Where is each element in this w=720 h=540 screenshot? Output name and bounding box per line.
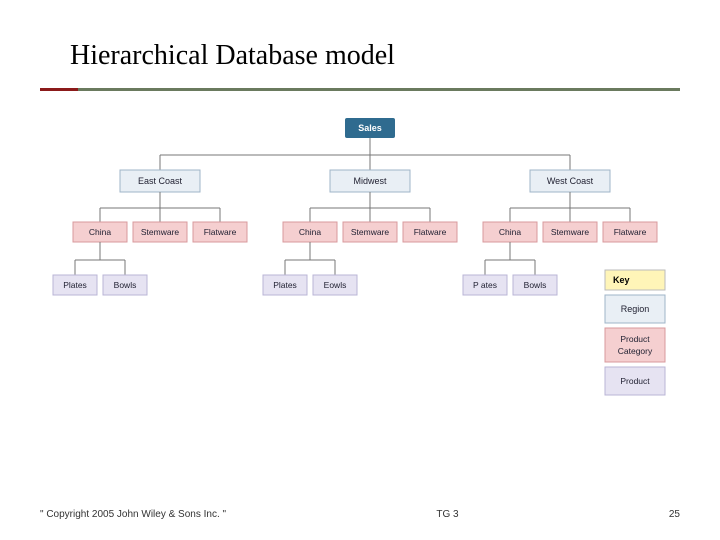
footer: " Copyright 2005 John Wiley & Sons Inc. …	[40, 509, 680, 520]
hierarchy-diagram: Sales East Coast Midwest West Coast	[45, 110, 675, 430]
svg-text:China: China	[89, 227, 111, 237]
page-number: 25	[669, 509, 680, 520]
svg-text:Plates: Plates	[63, 280, 87, 290]
page-title: Hierarchical Database model	[70, 40, 395, 72]
slide: Hierarchical Database model Sales East C…	[0, 0, 720, 540]
divider-accent	[40, 88, 78, 91]
svg-text:West Coast: West Coast	[547, 176, 594, 186]
region-east-coast: East Coast	[120, 170, 200, 192]
divider	[40, 88, 680, 91]
svg-text:Eowls: Eowls	[324, 280, 347, 290]
svg-text:East Coast: East Coast	[138, 176, 183, 186]
svg-text:Category: Category	[618, 346, 653, 356]
svg-text:Plates: Plates	[273, 280, 297, 290]
copyright-text: " Copyright 2005 John Wiley & Sons Inc. …	[40, 509, 226, 520]
svg-text:Flatware: Flatware	[414, 227, 447, 237]
svg-text:P ates: P ates	[473, 280, 497, 290]
svg-text:Product: Product	[620, 334, 650, 344]
svg-text:Bowls: Bowls	[114, 280, 137, 290]
region-west-coast: West Coast	[530, 170, 610, 192]
svg-text:Key: Key	[613, 275, 630, 285]
svg-text:China: China	[299, 227, 321, 237]
svg-text:Midwest: Midwest	[353, 176, 387, 186]
region-midwest: Midwest	[330, 170, 410, 192]
footer-center: TG 3	[436, 509, 458, 520]
svg-text:Region: Region	[621, 304, 650, 314]
svg-text:Stemware: Stemware	[351, 227, 390, 237]
svg-text:Flatware: Flatware	[204, 227, 237, 237]
svg-text:Bowls: Bowls	[524, 280, 547, 290]
svg-text:Flatware: Flatware	[614, 227, 647, 237]
svg-text:China: China	[499, 227, 521, 237]
legend: Key Region Product Category Product	[605, 270, 665, 395]
svg-text:Stemware: Stemware	[141, 227, 180, 237]
svg-text:Stemware: Stemware	[551, 227, 590, 237]
node-sales-label: Sales	[358, 123, 382, 133]
svg-text:Product: Product	[620, 376, 650, 386]
